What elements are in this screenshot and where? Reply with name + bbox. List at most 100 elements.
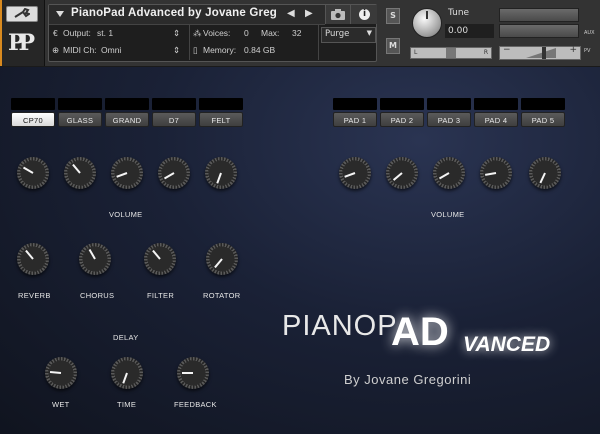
preset-slot bbox=[333, 98, 377, 110]
memory-label: Memory: bbox=[203, 45, 237, 55]
divider bbox=[318, 25, 319, 60]
pad-preset-button-1[interactable]: PAD 1 bbox=[333, 112, 377, 127]
info-icon: i bbox=[359, 9, 370, 20]
midi-icon: ⊕ bbox=[52, 45, 60, 55]
tune-value[interactable]: 0.00 bbox=[445, 24, 494, 38]
volume-handle[interactable] bbox=[542, 47, 546, 59]
piano-volume-knob-cp70[interactable] bbox=[17, 157, 49, 189]
chevron-down-icon: ▼ bbox=[366, 29, 372, 37]
preset-button-glass[interactable]: GLASS bbox=[58, 112, 102, 127]
pv-label[interactable]: PV bbox=[584, 48, 590, 54]
delay-feedback-label: FEEDBACK bbox=[174, 400, 217, 409]
delay-wet-knob[interactable] bbox=[45, 357, 77, 389]
left-strip: PP bbox=[0, 0, 45, 66]
preset-button-cp70[interactable]: CP70 bbox=[11, 112, 55, 127]
aux-label[interactable]: AUX bbox=[584, 30, 595, 36]
delay-feedback-knob[interactable] bbox=[177, 357, 209, 389]
rotator-knob[interactable] bbox=[206, 243, 238, 275]
chorus-knob[interactable] bbox=[79, 243, 111, 275]
reverb-knob[interactable] bbox=[17, 243, 49, 275]
wrench-icon bbox=[14, 8, 30, 18]
snapshot-button[interactable] bbox=[325, 5, 350, 24]
plus-icon: + bbox=[569, 45, 577, 55]
purge-dropdown[interactable]: Purge ▼ bbox=[321, 27, 376, 43]
pad-volume-knob-4[interactable] bbox=[480, 157, 512, 189]
collapse-caret-icon[interactable] bbox=[56, 11, 64, 17]
pan-right-label: R bbox=[483, 49, 488, 56]
piano-volume-knob-felt[interactable] bbox=[205, 157, 237, 189]
preset-slot bbox=[380, 98, 424, 110]
output-label: Output: bbox=[63, 28, 91, 38]
filter-knob[interactable] bbox=[144, 243, 176, 275]
preset-slot bbox=[58, 98, 102, 110]
pan-slider[interactable]: L R bbox=[410, 47, 492, 59]
reverb-label: REVERB bbox=[18, 291, 51, 300]
instrument-header: PP PianoPad Advanced by Jovane Greg ◀ ▶ … bbox=[0, 0, 600, 67]
piano-volume-knob-glass[interactable] bbox=[64, 157, 96, 189]
level-meter-right bbox=[499, 24, 579, 38]
pad-preset-button-2[interactable]: PAD 2 bbox=[380, 112, 424, 127]
pad-volume-label: VOLUME bbox=[431, 210, 465, 219]
preset-button-grand[interactable]: GRAND bbox=[105, 112, 149, 127]
camera-icon bbox=[331, 9, 345, 20]
wrench-button[interactable] bbox=[6, 6, 38, 22]
pad-volume-knob-2[interactable] bbox=[386, 157, 418, 189]
piano-volume-knob-d7[interactable] bbox=[158, 157, 190, 189]
pad-preset-button-5[interactable]: PAD 5 bbox=[521, 112, 565, 127]
brand-byline: By Jovane Gregorini bbox=[344, 372, 472, 387]
preset-button-d7[interactable]: D7 bbox=[152, 112, 196, 127]
next-instrument-icon[interactable]: ▶ bbox=[305, 8, 313, 19]
chorus-label: CHORUS bbox=[80, 291, 115, 300]
volume-slider[interactable]: − + bbox=[499, 45, 581, 60]
max-label: Max: bbox=[261, 28, 280, 38]
volume-ramp-icon bbox=[526, 48, 556, 58]
pad-volume-knob-5[interactable] bbox=[529, 157, 561, 189]
max-voices-value[interactable]: 32 bbox=[292, 28, 301, 38]
tune-label: Tune bbox=[448, 8, 470, 18]
midi-dropdown-icon[interactable]: ⇕ bbox=[173, 45, 180, 56]
prev-instrument-icon[interactable]: ◀ bbox=[287, 8, 295, 19]
divider bbox=[189, 25, 190, 60]
pad-preset-button-4[interactable]: PAD 4 bbox=[474, 112, 518, 127]
instrument-panel: PianoPad Advanced by Jovane Greg ◀ ▶ i €… bbox=[48, 4, 377, 62]
title-row: PianoPad Advanced by Jovane Greg ◀ ▶ bbox=[49, 5, 325, 25]
pad-preset-button-3[interactable]: PAD 3 bbox=[427, 112, 471, 127]
pan-handle[interactable] bbox=[446, 48, 456, 58]
solo-button[interactable]: S bbox=[386, 8, 400, 24]
selection-indicator bbox=[0, 0, 2, 66]
piano-volume-label: VOLUME bbox=[109, 210, 143, 219]
output-value[interactable]: st. 1 bbox=[97, 28, 113, 38]
pad-volume-knob-3[interactable] bbox=[433, 157, 465, 189]
preset-button-felt[interactable]: FELT bbox=[199, 112, 243, 127]
info-button[interactable]: i bbox=[350, 5, 377, 24]
memory-icon: ▯ bbox=[193, 45, 198, 55]
level-meter-left bbox=[499, 8, 579, 22]
preset-slot bbox=[199, 98, 243, 110]
pad-volume-knob-1[interactable] bbox=[339, 157, 371, 189]
filter-label: FILTER bbox=[147, 291, 175, 300]
purge-label: Purge bbox=[325, 29, 350, 39]
tune-knob[interactable] bbox=[412, 8, 442, 38]
preset-slot bbox=[11, 98, 55, 110]
delay-time-knob[interactable] bbox=[111, 357, 143, 389]
voices-icon: ⁂ bbox=[193, 28, 202, 38]
midi-label: MIDI Ch: bbox=[63, 45, 97, 55]
voices-label: Voices: bbox=[203, 28, 231, 38]
instrument-name[interactable]: PianoPad Advanced by Jovane Greg bbox=[71, 7, 277, 19]
preset-slot bbox=[427, 98, 471, 110]
midi-value[interactable]: Omni bbox=[101, 45, 121, 55]
midi-row: ⊕ MIDI Ch: Omni ⇕ ▯ Memory: 0.84 GB bbox=[49, 43, 376, 59]
brand-logo-highlight: AD bbox=[391, 310, 449, 354]
piano-volume-knob-grand[interactable] bbox=[111, 157, 143, 189]
mute-button[interactable]: M bbox=[386, 38, 400, 54]
preset-slot bbox=[474, 98, 518, 110]
preset-slot bbox=[152, 98, 196, 110]
output-dropdown-icon[interactable]: ⇕ bbox=[173, 28, 180, 39]
delay-wet-label: WET bbox=[52, 400, 70, 409]
delay-title: DELAY bbox=[113, 333, 139, 342]
minus-icon: − bbox=[503, 45, 511, 55]
memory-value: 0.84 GB bbox=[244, 45, 276, 55]
instrument-logo: PP bbox=[8, 30, 35, 56]
voices-value: 0 bbox=[244, 28, 249, 38]
delay-time-label: TIME bbox=[117, 400, 137, 409]
